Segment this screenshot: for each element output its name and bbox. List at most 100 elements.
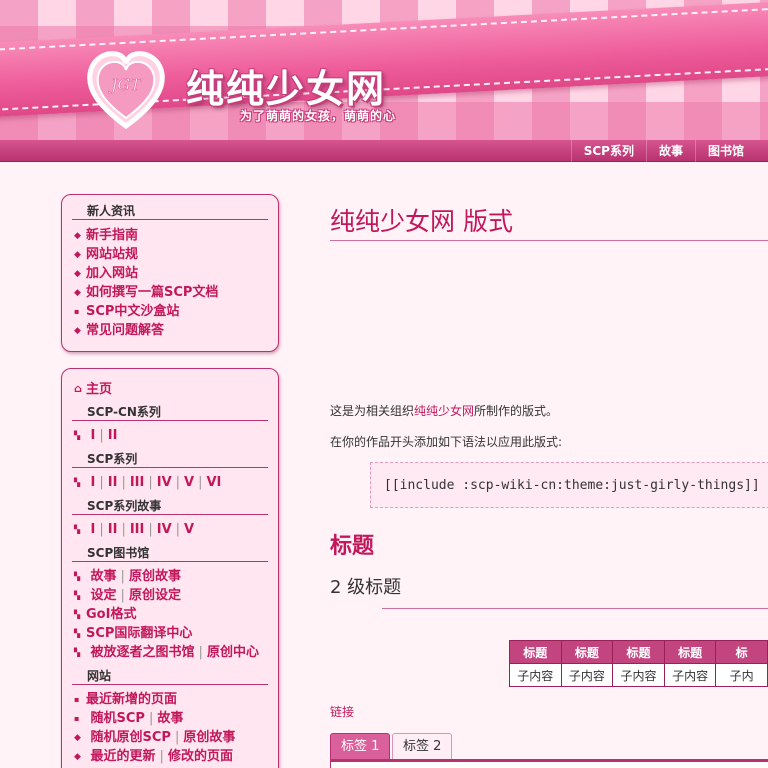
sidebar-link-canons[interactable]: 设定: [91, 588, 117, 603]
document-icon: ▚: [74, 478, 81, 487]
diamond-bullet-icon: ◆: [74, 250, 81, 260]
diamond-bullet-icon: ◆: [74, 733, 81, 743]
sidebar-link-tales-4[interactable]: IV: [157, 522, 172, 537]
sidebar-link-random-tale[interactable]: 故事: [157, 711, 183, 726]
sidebar-newcomer-block: 新人资讯 ◆ 新手指南 ◆ 网站站规 ◆ 加入网站 ◆ 如何撰写一篇SCP文档 ▪ SCP…: [61, 194, 279, 352]
sidebar-link-sandbox[interactable]: ▪ SCP中文沙盒站: [62, 302, 278, 321]
intro-paragraph: 这是为相关组织纯纯少女网所制作的版式。: [330, 404, 559, 418]
table-header-cell: 标: [715, 640, 768, 664]
top-nav-scp-series[interactable]: SCP系列: [570, 140, 646, 162]
table-cell: 子内容: [663, 663, 717, 687]
sidebar-link-tales-5[interactable]: V: [184, 522, 194, 537]
table-header-cell: 标题: [663, 640, 717, 664]
sidebar-link-faq[interactable]: ◆ 常见问题解答: [62, 321, 278, 340]
table-header-row: 标题 标题 标题 标题 标: [509, 640, 768, 664]
sidebar-link-random-original-scp[interactable]: 随机原创SCP: [91, 730, 171, 745]
sidebar-link-modified-pages[interactable]: 修改的页面: [168, 749, 233, 764]
sidebar-link-series-5[interactable]: V: [184, 475, 194, 490]
table-cell: 子内容: [612, 663, 665, 687]
sidebar-link-wanderers-library[interactable]: 被放逐者之图书馆: [91, 645, 195, 660]
sidebar-library-row-2: ▚ 设定 | 原创设定: [74, 588, 181, 603]
sidebar-link-home[interactable]: ⌂ 主页: [62, 379, 278, 398]
site-header: JGT 纯纯少女网 为了萌萌的女孩，萌萌的心: [0, 0, 768, 140]
diamond-bullet-icon: ◆: [74, 326, 81, 336]
logo-monogram: JGT: [108, 75, 142, 94]
sidebar-link-join[interactable]: ◆ 加入网站: [62, 264, 278, 283]
sidebar-cn-series-links: ▚ I | II: [74, 428, 118, 443]
sidebar-link-series-6[interactable]: VI: [207, 475, 222, 490]
page-title: 纯纯少女网 版式: [330, 207, 513, 236]
square-bullet-icon: ▪: [74, 695, 80, 704]
home-icon: ⌂: [74, 382, 82, 395]
sidebar-link-tales-3[interactable]: III: [130, 522, 145, 537]
top-nav-library[interactable]: 图书馆: [694, 140, 756, 162]
sidebar-scp-series-links: ▚ I | II | III | IV | V | VI: [74, 475, 222, 490]
sidebar-link-cn-series-2[interactable]: II: [108, 428, 118, 443]
sidebar-link-original-hub[interactable]: 原创中心: [207, 645, 259, 660]
table-cell: 子内容: [560, 663, 614, 687]
sidebar-link-recent-changes[interactable]: 最近的更新: [91, 749, 156, 764]
table-header-cell: 标题: [560, 640, 614, 664]
sidebar-link-recent-pages[interactable]: ▪ 最近新增的页面: [62, 690, 278, 709]
table-row: 子内容 子内容 子内容 子内容 子内: [509, 663, 768, 687]
org-link[interactable]: 纯纯少女网: [414, 404, 474, 418]
sample-link[interactable]: 链接: [330, 703, 354, 720]
sidebar-library-row-1: ▚ 故事 | 原创故事: [74, 569, 181, 584]
sidebar-library-row-5: ▚ 被放逐者之图书馆 | 原创中心: [74, 645, 259, 660]
table-header-cell: 标题: [612, 640, 665, 664]
sidebar-link-goi-formats[interactable]: ▚ GoI格式: [62, 605, 278, 624]
top-nav: SCP系列 故事 图书馆: [570, 140, 756, 162]
sidebar-main-block: ⌂ 主页 SCP-CN系列 ▚ I | II SCP系列 ▚ I | II | III | IV |…: [61, 368, 279, 768]
document-icon: ▚: [74, 648, 81, 657]
site-subtitle: 为了萌萌的女孩，萌萌的心: [240, 109, 397, 123]
document-icon: ▚: [74, 591, 81, 600]
sidebar-link-random-original-tale[interactable]: 原创故事: [183, 730, 235, 745]
site-title[interactable]: 纯纯少女网: [186, 58, 386, 113]
sidebar-link-rules[interactable]: ◆ 网站站规: [62, 245, 278, 264]
sidebar-heading-scp-series: SCP系列: [72, 451, 268, 468]
sidebar-link-tales-2[interactable]: II: [108, 522, 118, 537]
sidebar-link-stories[interactable]: 故事: [91, 569, 117, 584]
sidebar-heading-newcomer: 新人资讯: [72, 203, 268, 220]
top-nav-tales[interactable]: 故事: [645, 140, 695, 162]
sidebar-link-international-hub[interactable]: ▚ SCP国际翻译中心: [62, 624, 278, 643]
heading-2: 2 级标题: [330, 577, 402, 598]
document-icon: ▚: [74, 525, 81, 534]
tab-panel: [330, 762, 768, 768]
demo-table: 标题 标题 标题 标题 标 子内容 子内容 子内容 子内容 子内: [509, 640, 768, 687]
code-block: [[include :scp-wiki-cn:theme:just-girly-…: [370, 462, 768, 508]
diamond-bullet-icon: ◆: [74, 752, 81, 762]
square-bullet-icon: ▪: [74, 714, 80, 723]
instruction-paragraph: 在你的作品开头添加如下语法以应用此版式:: [330, 435, 563, 449]
sidebar-link-original-stories[interactable]: 原创故事: [129, 569, 181, 584]
table-cell: 子内: [715, 663, 768, 687]
tab-2[interactable]: 标签 2: [392, 733, 453, 759]
sidebar-link-original-canons[interactable]: 原创设定: [129, 588, 181, 603]
sidebar-heading-scp-tales: SCP系列故事: [72, 498, 268, 515]
sidebar-link-series-3[interactable]: III: [130, 475, 145, 490]
sidebar-link-howto[interactable]: ◆ 如何撰写一篇SCP文档: [62, 283, 278, 302]
sidebar-heading-library: SCP图书馆: [72, 545, 268, 562]
table-header-cell: 标题: [509, 640, 562, 664]
sidebar-site-row-2: ▪ 随机SCP | 故事: [74, 711, 184, 726]
tab-1[interactable]: 标签 1: [330, 733, 391, 759]
sidebar-link-series-2[interactable]: II: [108, 475, 118, 490]
diamond-bullet-icon: ◆: [74, 288, 81, 298]
document-icon: ▚: [74, 572, 81, 581]
heading-2-divider: [382, 608, 768, 609]
document-icon: ▚: [74, 629, 81, 638]
sidebar-heading-site: 网站: [72, 668, 268, 685]
square-bullet-icon: ▪: [74, 307, 80, 316]
title-divider: [330, 240, 768, 241]
heading-1: 标题: [330, 534, 375, 559]
sidebar-link-series-4[interactable]: IV: [157, 475, 172, 490]
diamond-bullet-icon: ◆: [74, 269, 81, 279]
sidebar-scp-tales-links: ▚ I | II | III | IV | V: [74, 522, 195, 537]
sidebar-link-guide[interactable]: ◆ 新手指南: [62, 226, 278, 245]
sidebar-heading-cn-series: SCP-CN系列: [72, 404, 268, 421]
heart-logo-icon[interactable]: JGT: [86, 48, 166, 132]
table-cell: 子内容: [509, 663, 562, 687]
document-icon: ▚: [74, 431, 81, 440]
sidebar-link-random-scp[interactable]: 随机SCP: [91, 711, 145, 726]
diamond-bullet-icon: ◆: [74, 231, 81, 241]
